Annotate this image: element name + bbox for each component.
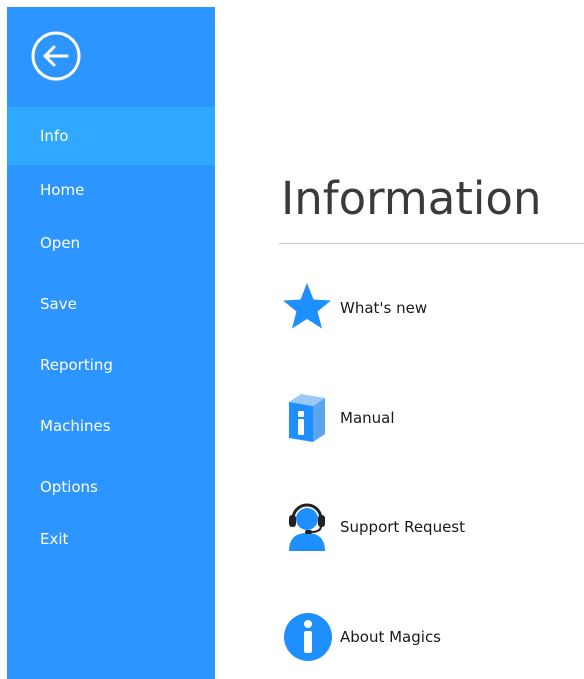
backstage-sidebar: Info Home Open Save Reporting Machines O… (7, 7, 215, 679)
sidebar-item-label: Open (40, 234, 81, 252)
sidebar-item-save[interactable]: Save (7, 275, 215, 333)
manual-label: Manual (340, 409, 395, 427)
sidebar-item-label: Reporting (40, 356, 113, 374)
title-divider (279, 243, 584, 244)
sidebar-item-label: Options (40, 478, 98, 496)
manual-book-icon (283, 390, 335, 446)
sidebar-item-machines[interactable]: Machines (7, 397, 215, 455)
sidebar-item-label: Exit (40, 530, 69, 548)
sidebar-item-label: Save (40, 295, 77, 313)
sidebar-item-label: Home (40, 181, 85, 199)
support-request-label: Support Request (340, 518, 465, 536)
about-magics-label: About Magics (340, 628, 442, 646)
info-icon (283, 609, 335, 665)
sidebar-item-reporting[interactable]: Reporting (7, 336, 215, 394)
whats-new-label: What's new (340, 299, 428, 317)
sidebar-item-label: Info (40, 127, 69, 145)
star-icon (283, 280, 335, 336)
headset-support-icon (283, 499, 335, 555)
sidebar-item-open[interactable]: Open (7, 214, 215, 272)
back-arrow-icon (31, 31, 81, 81)
back-button[interactable] (30, 30, 82, 82)
sidebar-item-info[interactable]: Info (7, 107, 215, 165)
sidebar-item-options[interactable]: Options (7, 458, 215, 516)
sidebar-item-home[interactable]: Home (7, 161, 215, 219)
page-title: Information (281, 172, 542, 225)
sidebar-item-exit[interactable]: Exit (7, 510, 215, 568)
sidebar-item-label: Machines (40, 417, 111, 435)
